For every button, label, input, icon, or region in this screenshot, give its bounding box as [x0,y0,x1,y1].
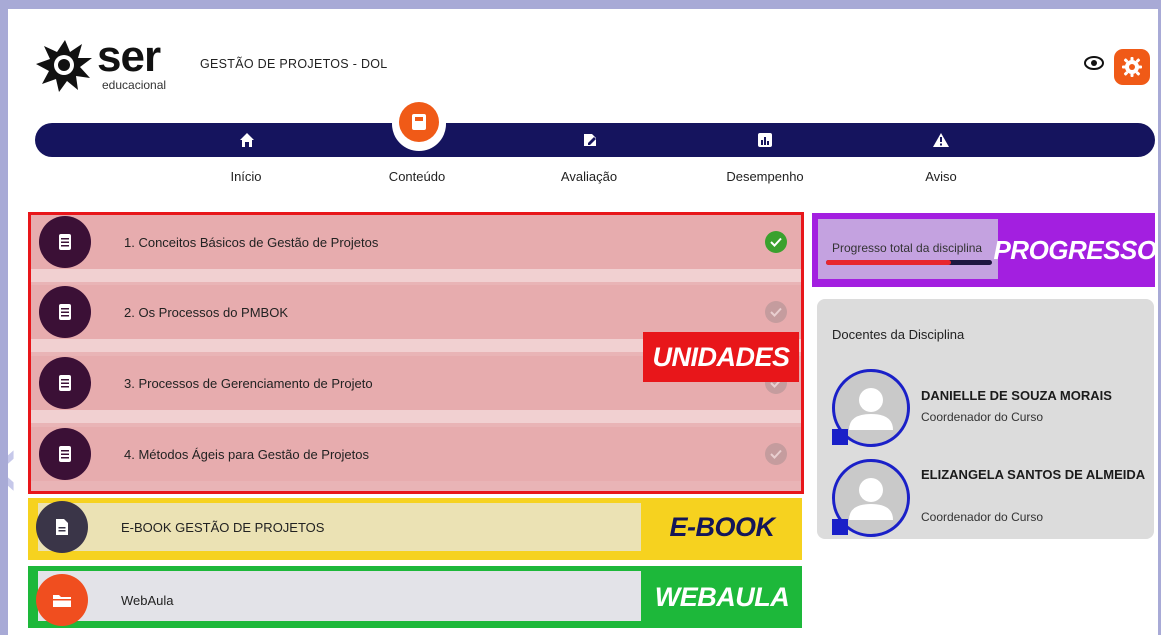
chevron-left-icon[interactable]: ‹ [8,422,26,512]
document-icon [39,428,91,480]
docente-role: Coordenador do Curso [921,410,1044,424]
app-frame: ‹ ser educacional GESTÃO DE PROJETOS - D… [8,9,1158,635]
settings-button[interactable] [1114,49,1150,85]
docente-name: ELIZANGELA SANTOS DE ALMEIDA [921,467,1146,482]
ebook-tag: E-BOOK [669,511,776,542]
unit-label: 1. Conceitos Básicos de Gestão de Projet… [124,234,379,250]
ser-logo: ser educacional [34,32,184,96]
tab-conteudo[interactable]: Conteúdo [389,169,445,184]
check-pending-icon [765,301,787,323]
ebook-section: E-BOOK GESTÃO DE PROJETOS E-BOOK [28,498,802,560]
progress-bar-fill [826,260,951,265]
progress-section: Progresso total da disciplina PROGRESSO [812,213,1157,287]
units-tag: UNIDADES [643,332,799,382]
ser-logo-mark-icon [36,40,92,92]
docentes-card: Docentes da Disciplina DANIELLE DE SOUZA… [817,299,1154,539]
progress-card: Progresso total da disciplina [818,219,998,279]
logo-subtext: educacional [102,78,167,92]
document-icon [39,216,91,268]
unit-label: 3. Processos de Gerenciamento de Projeto [124,375,373,391]
docentes-title: Docentes da Disciplina [832,327,965,342]
unit-item-1[interactable]: 1. Conceitos Básicos de Gestão de Projet… [31,215,801,282]
file-icon [36,501,88,553]
home-icon[interactable] [238,131,256,149]
course-title: GESTÃO DE PROJETOS - DOL [200,57,388,71]
check-pending-icon [765,443,787,465]
webaula-label: WebAula [121,593,174,608]
tab-avaliacao[interactable]: Avaliação [561,169,617,184]
avatar-corner [832,429,848,445]
document-icon [39,357,91,409]
webaula-tag: WEBAULA [654,581,790,612]
docente-name: DANIELLE DE SOUZA MORAIS [921,388,1112,403]
warning-icon[interactable] [932,131,950,149]
check-done-icon [765,231,787,253]
logo-wordmark: ser [97,32,161,81]
tab-inicio[interactable]: Início [230,169,261,184]
tab-aviso[interactable]: Aviso [925,169,957,184]
unit-item-4[interactable]: 4. Métodos Ágeis para Gestão de Projetos [31,427,801,481]
document-icon [39,286,91,338]
progress-bar [826,260,992,265]
units-section: 1. Conceitos Básicos de Gestão de Projet… [28,212,804,494]
nav-conteudo-active-button[interactable] [399,102,439,142]
gear-icon [1122,57,1142,77]
unit-label: 2. Os Processos do PMBOK [124,304,289,320]
unit-item-2[interactable]: 2. Os Processos do PMBOK [31,285,801,352]
book-icon [412,114,426,130]
chart-icon[interactable] [756,131,774,149]
avatar-corner [832,519,848,535]
docente-role: Coordenador do Curso [921,510,1044,524]
folder-icon [36,574,88,626]
eye-icon[interactable] [1083,53,1105,73]
webaula-section: WebAula WEBAULA [28,566,802,628]
tab-desempenho[interactable]: Desempenho [726,169,803,184]
ebook-label: E-BOOK GESTÃO DE PROJETOS [121,520,325,535]
edit-icon[interactable] [581,131,599,149]
progress-tag: PROGRESSO [993,234,1157,265]
unit-label: 4. Métodos Ágeis para Gestão de Projetos [124,446,369,462]
progress-label: Progresso total da disciplina [832,241,983,255]
